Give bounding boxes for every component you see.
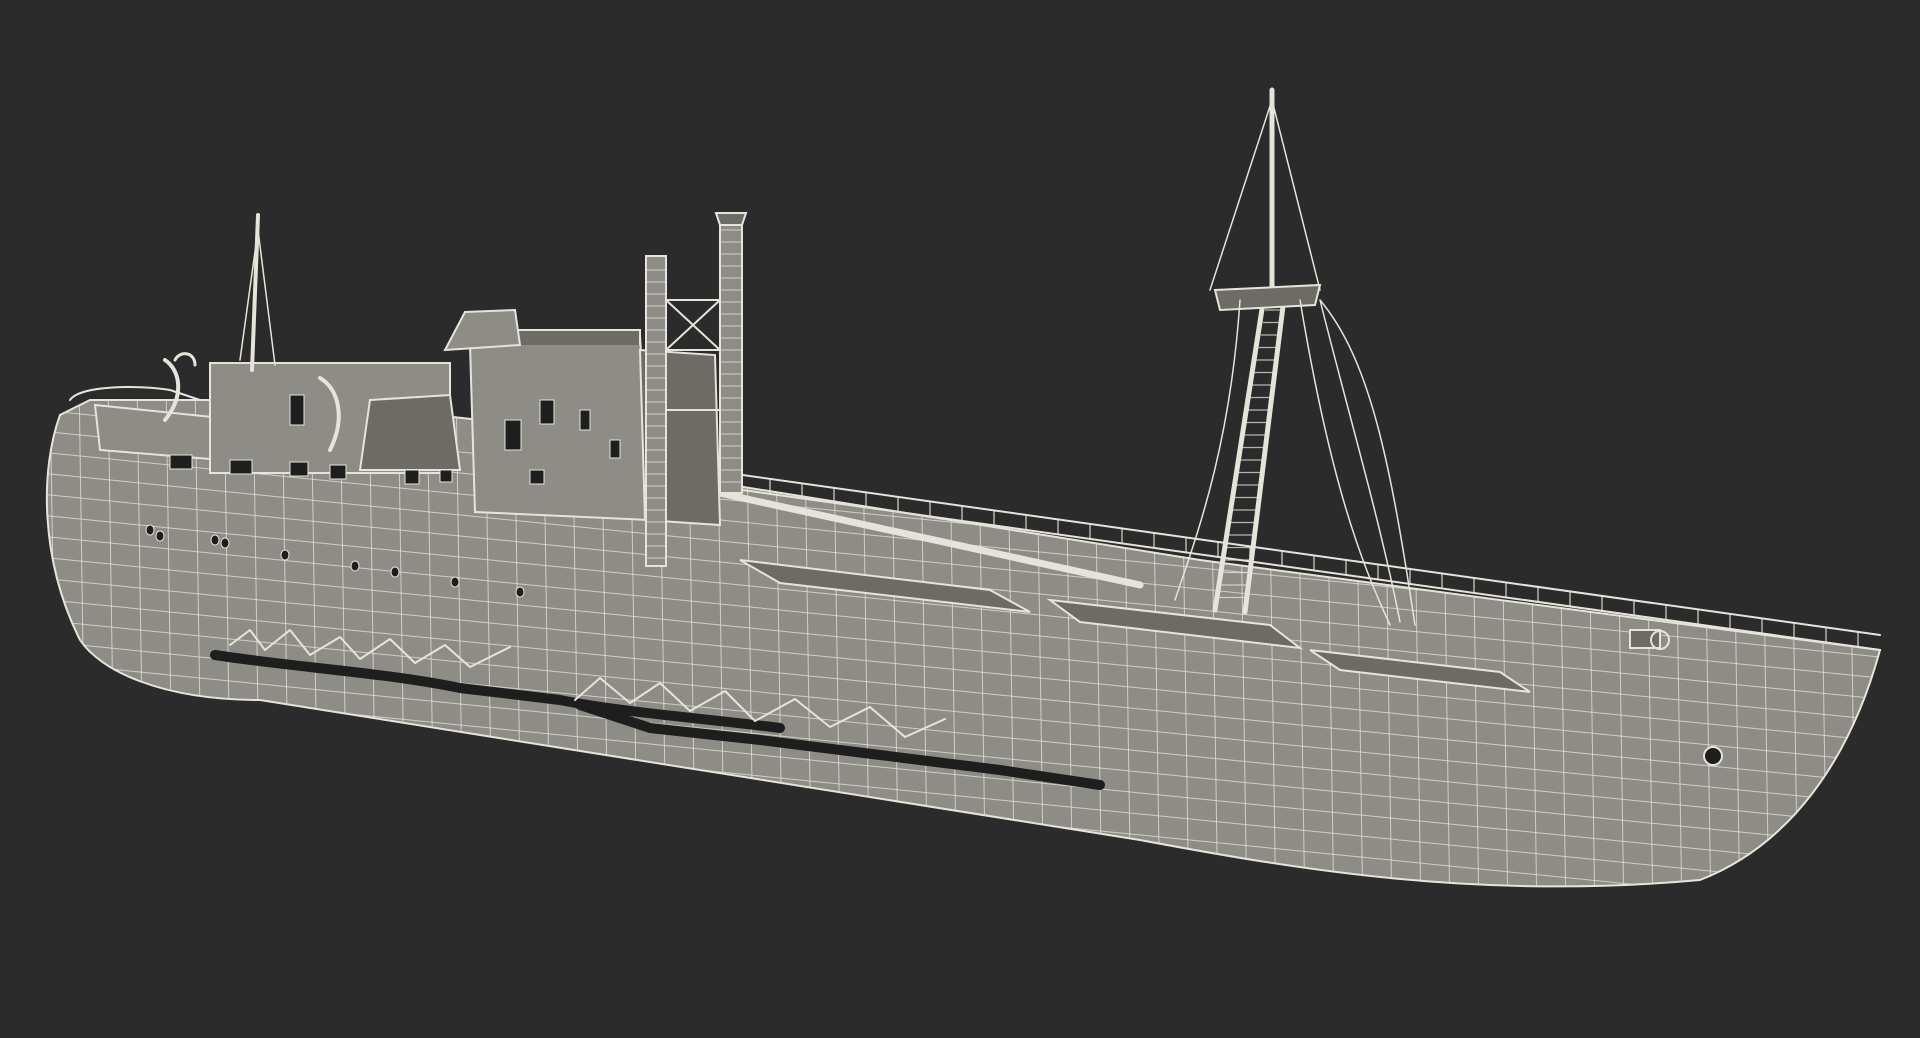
porthole (210, 534, 220, 546)
porthole (515, 586, 525, 598)
bridge-block (468, 333, 652, 522)
aft-deckhouse-front (358, 393, 462, 471)
render-viewport (0, 0, 1920, 1038)
porthole (145, 524, 155, 536)
ship-wireframe-render (0, 0, 1920, 1038)
deckhouse-window (504, 419, 522, 451)
anchor-hawse-hole (1703, 746, 1723, 766)
porthole (350, 560, 360, 572)
stack-cap (714, 212, 748, 226)
porthole (450, 576, 460, 588)
porthole (390, 566, 400, 578)
deckhouse-window (404, 469, 420, 485)
deckhouse-window (529, 469, 545, 485)
porthole (220, 537, 230, 549)
deckhouse-window (539, 399, 555, 425)
deckhouse-window (609, 439, 621, 459)
porthole (280, 549, 290, 561)
stack-left (645, 255, 667, 567)
deckhouse-window (579, 409, 591, 431)
deckhouse-window (229, 459, 253, 475)
porthole (155, 530, 165, 542)
fore-mast-crosstree (1213, 283, 1322, 312)
deckhouse-window (329, 464, 347, 480)
deckhouse-window (169, 454, 193, 470)
deckhouse-window (289, 394, 305, 426)
deckhouse-window (289, 461, 309, 477)
deckhouse-window (439, 469, 453, 483)
stack-right (719, 212, 743, 494)
